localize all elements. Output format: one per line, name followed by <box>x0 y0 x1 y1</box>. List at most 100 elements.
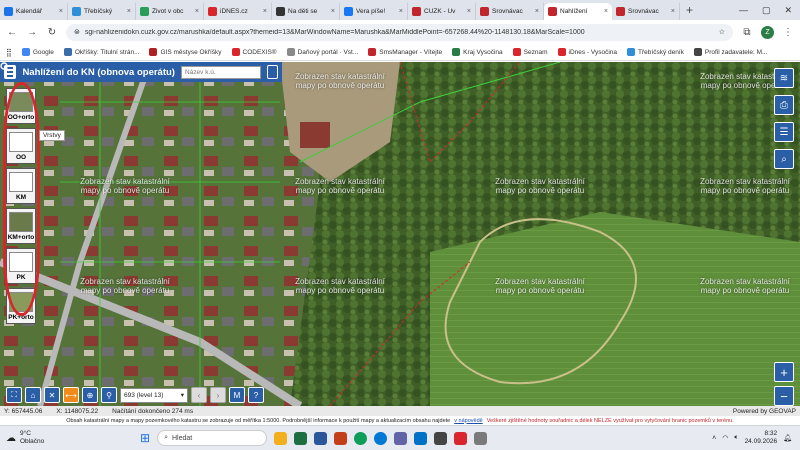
home-icon: ⌂ <box>30 390 36 400</box>
bookmark-label: Kraj Vysočina <box>463 48 503 56</box>
bookmark-item[interactable]: CODEXIS® <box>231 48 277 56</box>
windows-start-icon[interactable]: ⊞ <box>140 431 150 445</box>
map-imagery <box>0 62 800 406</box>
url-field[interactable]: ⊜ sgi-nahlizenidokn.cuzk.gov.cz/marushka… <box>66 23 733 41</box>
legend-button[interactable]: ☰ <box>774 122 794 142</box>
new-tab-button[interactable]: + <box>686 3 693 17</box>
browser-tab[interactable]: ČÚZK - Úv × <box>408 3 476 20</box>
layers-button[interactable]: ≋ <box>774 68 794 88</box>
maximize-icon[interactable]: ▢ <box>762 5 771 16</box>
layers-tooltip: Vrstvy <box>39 130 65 141</box>
chrome-icon[interactable] <box>354 431 368 445</box>
tab-close-icon[interactable]: × <box>604 8 608 15</box>
zoom-level-select[interactable]: 693 (level 13) ▾ <box>120 387 188 403</box>
site-info-icon[interactable]: ⊜ <box>74 28 80 36</box>
browser-tab[interactable]: Srovnávac × <box>612 3 680 20</box>
next-view-button[interactable]: › <box>210 387 226 403</box>
forward-icon[interactable]: → <box>26 27 38 38</box>
notifications-icon[interactable]: 🔔︎ <box>783 434 792 442</box>
bookmark-favicon-icon <box>21 48 30 56</box>
excel-icon[interactable] <box>294 431 308 445</box>
bookmark-favicon-icon <box>63 48 72 56</box>
bookmark-item[interactable]: SmsManager - Vítejte <box>368 48 442 56</box>
map-watermark: Zobrazen stav katastrální mapy po obnově… <box>295 177 385 195</box>
map-icon: M <box>233 390 241 400</box>
tab-close-icon[interactable]: × <box>59 8 63 15</box>
browser-tab[interactable]: Třebíčský × <box>68 3 136 20</box>
bookmark-item[interactable]: Google <box>21 48 54 56</box>
tab-close-icon[interactable]: × <box>535 8 539 15</box>
browser-tab[interactable]: Na děti se × <box>272 3 340 20</box>
bookmark-item[interactable]: Profil zadavatele: M... <box>693 48 767 56</box>
map-viewport[interactable]: Zobrazen stav katastrální mapy po obnově… <box>0 62 800 406</box>
browser-tab[interactable]: Srovnávac × <box>476 3 544 20</box>
acrobat-icon[interactable] <box>454 431 468 445</box>
bookmark-item[interactable]: GIS městyse Okříšky <box>149 48 222 56</box>
word-icon[interactable] <box>314 431 328 445</box>
bookmark-star-icon[interactable]: ☆ <box>719 28 725 36</box>
cadastral-area-search-input[interactable] <box>180 65 261 79</box>
tab-close-icon[interactable]: × <box>127 8 131 15</box>
bookmark-item[interactable]: Seznam <box>512 48 548 56</box>
bookmark-item[interactable]: Daňový portál · Vst... <box>286 48 358 56</box>
find-button[interactable]: ⌕ <box>774 149 794 169</box>
locate-button[interactable]: ⊕ <box>82 387 98 403</box>
tab-favicon-icon <box>208 7 217 16</box>
system-tray: ˄ ◠ 🔈︎ 8:32 24.09.2026 🔔︎ <box>712 430 800 446</box>
clear-button[interactable]: ✕ <box>44 387 60 403</box>
calculator-icon[interactable] <box>434 431 448 445</box>
minimize-icon[interactable]: — <box>739 5 748 16</box>
bookmark-item[interactable]: Kraj Vysočina <box>452 48 503 56</box>
wifi-icon[interactable]: ◠ <box>722 434 728 442</box>
apps-grid-icon[interactable]: ⣿ <box>6 48 12 57</box>
back-icon[interactable]: ← <box>6 27 18 38</box>
tab-label: Kalendář <box>16 8 43 15</box>
bookmark-favicon-icon <box>452 48 461 56</box>
previous-view-button[interactable]: ‹ <box>191 387 207 403</box>
extensions-icon[interactable]: ⧉ <box>741 27 753 38</box>
taskbar-search[interactable]: ⌕ Hledat <box>157 430 268 446</box>
help-icon: ? <box>253 390 259 400</box>
weather-widget[interactable]: ☁ 9°C Oblačno <box>0 430 140 446</box>
browser-tab[interactable]: Vera píše! × <box>340 3 408 20</box>
close-window-icon[interactable]: ✕ <box>784 5 792 16</box>
app-icon[interactable] <box>474 431 488 445</box>
outlook-icon[interactable] <box>414 431 428 445</box>
print-button[interactable]: ⎙ <box>774 95 794 115</box>
tab-close-icon[interactable]: × <box>195 8 199 15</box>
home-button[interactable]: ⌂ <box>25 387 41 403</box>
browser-tab[interactable]: iDNES.cz × <box>204 3 272 20</box>
search-button[interactable] <box>0 62 278 79</box>
browser-tab[interactable]: Kalendář × <box>0 3 68 20</box>
edge-icon[interactable] <box>374 431 388 445</box>
measure-button[interactable]: ⟷ <box>63 387 79 403</box>
bookmark-item[interactable]: Okříšky: Titulní strán... <box>63 48 139 56</box>
browser-tab[interactable]: Nahlížení × <box>544 3 612 20</box>
map-info-button[interactable]: M <box>229 387 245 403</box>
bookmark-item[interactable]: iDnes - Vysočina <box>557 48 617 56</box>
tab-close-icon[interactable]: × <box>671 8 675 15</box>
clock[interactable]: 8:32 24.09.2026 <box>745 430 778 446</box>
map-watermark: Zobrazen stav katastrální mapy po obnově… <box>495 177 585 195</box>
help-link[interactable]: v nápovědě <box>454 418 482 424</box>
profile-avatar[interactable]: Z <box>761 25 774 39</box>
volume-icon[interactable]: 🔈︎ <box>734 434 738 442</box>
map-watermark: Zobrazen stav katastrální mapy po obnově… <box>700 177 790 195</box>
zoom-out-button[interactable]: − <box>774 386 794 406</box>
chevron-up-icon[interactable]: ˄ <box>712 435 716 442</box>
browser-menu-icon[interactable]: ⋮ <box>782 27 794 38</box>
reload-icon[interactable]: ↻ <box>46 27 58 38</box>
tab-close-icon[interactable]: × <box>263 8 267 15</box>
teams-icon[interactable] <box>394 431 408 445</box>
bookmark-item[interactable]: Třebíčský deník <box>627 48 684 56</box>
help-button[interactable]: ? <box>248 387 264 403</box>
tab-close-icon[interactable]: × <box>331 8 335 15</box>
browser-tab[interactable]: Život v obc × <box>136 3 204 20</box>
tab-close-icon[interactable]: × <box>399 8 403 15</box>
zoom-in-button[interactable]: + <box>774 362 794 382</box>
powerpoint-icon[interactable] <box>334 431 348 445</box>
fullscreen-button[interactable]: ⛶ <box>6 387 22 403</box>
tab-close-icon[interactable]: × <box>467 8 471 15</box>
file-explorer-icon[interactable] <box>274 431 288 445</box>
pin-button[interactable]: ⚲ <box>101 387 117 403</box>
